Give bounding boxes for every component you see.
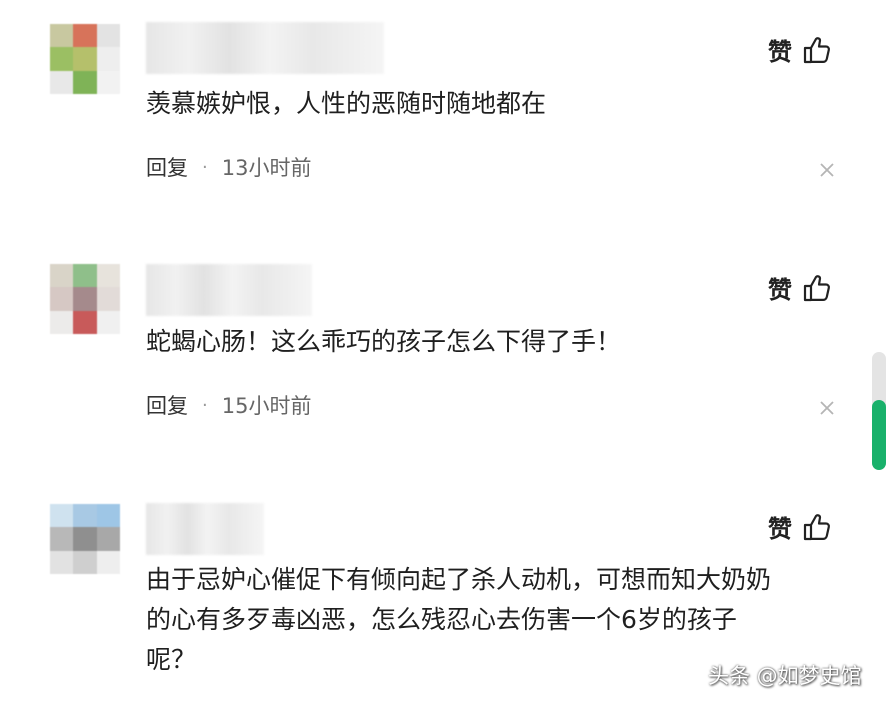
close-icon[interactable] bbox=[818, 161, 836, 179]
avatar-mosaic-cell bbox=[73, 287, 97, 311]
username-blurred bbox=[146, 503, 264, 555]
watermark: 头条 @如梦史馆 bbox=[708, 664, 862, 688]
avatar-mosaic-cell bbox=[96, 527, 120, 551]
scrollbar[interactable] bbox=[872, 352, 886, 470]
like-label: 赞 bbox=[768, 38, 792, 66]
avatar-mosaic-cell bbox=[96, 550, 120, 574]
close-icon[interactable] bbox=[818, 399, 836, 417]
like-label: 赞 bbox=[768, 276, 792, 304]
avatar-mosaic-cell bbox=[96, 264, 120, 288]
like-label: 赞 bbox=[768, 515, 792, 543]
like-button[interactable]: 赞 bbox=[768, 32, 832, 67]
avatar-mosaic-cell bbox=[50, 550, 74, 574]
separator-dot: · bbox=[202, 156, 208, 178]
avatar-mosaic-cell bbox=[50, 527, 74, 551]
avatar-mosaic-cell bbox=[50, 24, 74, 48]
comment-meta: 回复 · 13小时前 bbox=[146, 152, 311, 182]
like-button[interactable]: 赞 bbox=[768, 509, 832, 544]
avatar-mosaic-cell bbox=[96, 70, 120, 94]
avatar-mosaic-cell bbox=[50, 264, 74, 288]
avatar[interactable] bbox=[50, 264, 120, 334]
avatar-mosaic-cell bbox=[50, 504, 74, 528]
timestamp: 13小时前 bbox=[221, 156, 312, 180]
thumbs-up-icon bbox=[803, 274, 830, 301]
comment-text: 蛇蝎心肠！这么乖巧的孩子怎么下得了手！ bbox=[146, 327, 622, 356]
reply-button[interactable]: 回复 bbox=[146, 152, 188, 182]
avatar-mosaic-cell bbox=[96, 287, 120, 311]
avatar-mosaic-cell bbox=[73, 504, 97, 528]
comment-text-line: 由于忌妒心催促下有倾向起了杀人动机，可想而知大奶奶 bbox=[146, 565, 772, 594]
avatar-mosaic-cell bbox=[73, 550, 97, 574]
avatar-mosaic-cell bbox=[96, 310, 120, 334]
avatar-mosaic-cell bbox=[96, 504, 120, 528]
avatar-mosaic-cell bbox=[73, 527, 97, 551]
avatar-mosaic-cell bbox=[50, 47, 74, 71]
avatar-mosaic-cell bbox=[50, 70, 74, 94]
timestamp: 15小时前 bbox=[221, 394, 312, 418]
comment-text-line: 的心有多歹毒凶恶，怎么残忍心去伤害一个6岁的孩子 bbox=[146, 605, 737, 634]
like-button[interactable]: 赞 bbox=[768, 270, 832, 305]
avatar-mosaic-cell bbox=[73, 70, 97, 94]
avatar-mosaic-cell bbox=[73, 310, 97, 334]
avatar-mosaic-cell bbox=[50, 287, 74, 311]
avatar[interactable] bbox=[50, 24, 120, 94]
scrollbar-thumb[interactable] bbox=[872, 400, 886, 470]
thumbs-up-icon bbox=[803, 36, 830, 63]
avatar-mosaic-cell bbox=[96, 24, 120, 48]
separator-dot: · bbox=[202, 394, 208, 416]
thumbs-up-icon bbox=[803, 513, 830, 540]
avatar-mosaic-cell bbox=[73, 47, 97, 71]
avatar-mosaic-cell bbox=[50, 310, 74, 334]
comment-text: 羡慕嫉妒恨，人性的恶随时随地都在 bbox=[146, 89, 547, 118]
avatar-mosaic-cell bbox=[73, 24, 97, 48]
avatar-mosaic-cell bbox=[73, 264, 97, 288]
username-blurred bbox=[146, 264, 312, 316]
username-blurred bbox=[146, 22, 384, 74]
reply-button[interactable]: 回复 bbox=[146, 390, 188, 420]
comment-meta: 回复 · 15小时前 bbox=[146, 390, 311, 420]
avatar-mosaic-cell bbox=[96, 47, 120, 71]
avatar[interactable] bbox=[50, 504, 120, 574]
